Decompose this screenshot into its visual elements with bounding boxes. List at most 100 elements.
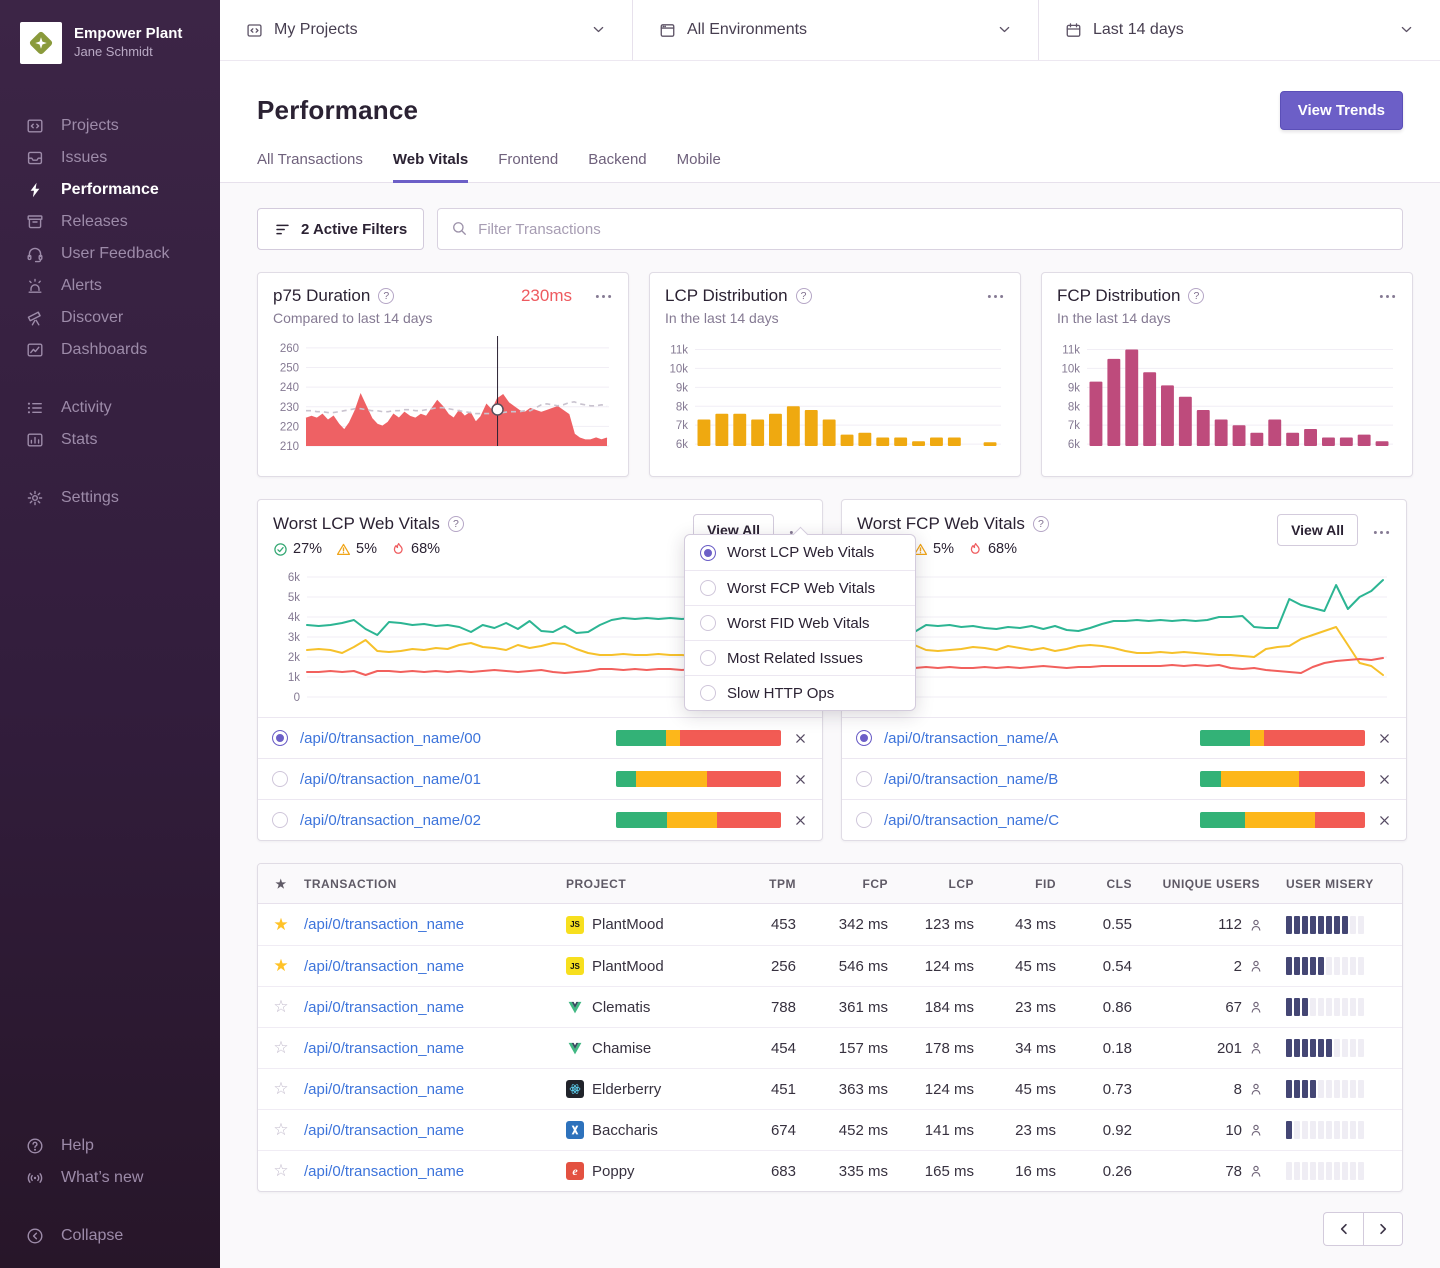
project-cell[interactable]: Chamise <box>566 1039 724 1057</box>
previous-page-button[interactable] <box>1323 1212 1363 1246</box>
sidebar-item-help[interactable]: Help <box>0 1130 220 1162</box>
project-cell[interactable]: JSPlantMood <box>566 916 724 934</box>
search-input[interactable] <box>478 221 1389 238</box>
sidebar-item-discover[interactable]: Discover <box>0 302 220 334</box>
project-cell[interactable]: ePoppy <box>566 1162 724 1180</box>
star-toggle[interactable]: ★ <box>258 915 304 935</box>
star-toggle[interactable]: ☆ <box>258 1079 304 1099</box>
transaction-link[interactable]: /api/0/transaction_name <box>304 1163 566 1180</box>
column-header-lcp[interactable]: LCP <box>888 877 974 891</box>
tab-mobile[interactable]: Mobile <box>677 151 721 183</box>
org-switcher[interactable]: Empower Plant Jane Schmidt <box>0 14 220 84</box>
transaction-link[interactable]: /api/0/transaction_name/01 <box>300 771 481 788</box>
sidebar-item-issues[interactable]: Issues <box>0 142 220 174</box>
remove-transaction-button[interactable] <box>1377 772 1392 787</box>
transaction-radio[interactable] <box>272 730 288 746</box>
search-box[interactable] <box>437 208 1403 250</box>
help-icon[interactable]: ? <box>378 288 394 304</box>
card-menu-button[interactable] <box>1372 523 1391 542</box>
remove-transaction-button[interactable] <box>1377 731 1392 746</box>
transaction-link[interactable]: /api/0/transaction_name <box>304 999 566 1016</box>
menu-option-most-related-issues[interactable]: Most Related Issues <box>685 640 915 675</box>
transaction-link[interactable]: /api/0/transaction_name <box>304 1122 566 1139</box>
column-header-transaction[interactable]: TRANSACTION <box>304 877 566 891</box>
sidebar-item-performance[interactable]: Performance <box>0 174 220 206</box>
sidebar-item-collapse[interactable]: Collapse <box>0 1220 220 1252</box>
transaction-link[interactable]: /api/0/transaction_name/B <box>884 771 1058 788</box>
sidebar-item-dashboards[interactable]: Dashboards <box>0 334 220 366</box>
view-all-button[interactable]: View All <box>1277 514 1358 546</box>
column-header-user-misery[interactable]: USER MISERY <box>1264 877 1402 891</box>
star-toggle[interactable]: ★ <box>258 956 304 976</box>
transaction-link[interactable]: /api/0/transaction_name <box>304 916 566 933</box>
transaction-radio[interactable] <box>856 730 872 746</box>
transaction-link[interactable]: /api/0/transaction_name/A <box>884 730 1058 747</box>
sidebar-item-releases[interactable]: Releases <box>0 206 220 238</box>
transaction-radio[interactable] <box>856 812 872 828</box>
star-toggle[interactable]: ☆ <box>258 1161 304 1181</box>
transaction-link[interactable]: /api/0/transaction_name/02 <box>300 812 481 829</box>
column-header-project[interactable]: PROJECT <box>566 877 724 891</box>
sidebar-item-alerts[interactable]: Alerts <box>0 270 220 302</box>
menu-option-worst-fcp-web-vitals[interactable]: Worst FCP Web Vitals <box>685 570 915 605</box>
sidebar-item-user-feedback[interactable]: User Feedback <box>0 238 220 270</box>
menu-option-radio[interactable] <box>700 615 716 631</box>
column-header-cls[interactable]: CLS <box>1056 877 1132 891</box>
menu-option-slow-http-ops[interactable]: Slow HTTP Ops <box>685 675 915 710</box>
card-menu-button[interactable] <box>594 287 613 306</box>
project-cell[interactable]: Elderberry <box>566 1080 724 1098</box>
transaction-link[interactable]: /api/0/transaction_name <box>304 1040 566 1057</box>
sidebar-item-settings[interactable]: Settings <box>0 482 220 514</box>
column-header-fid[interactable]: FID <box>974 877 1056 891</box>
feedback-icon <box>26 245 44 263</box>
menu-option-radio[interactable] <box>700 545 716 561</box>
project-cell[interactable]: Clematis <box>566 998 724 1016</box>
help-icon[interactable]: ? <box>796 288 812 304</box>
menu-option-radio[interactable] <box>700 580 716 596</box>
transaction-link[interactable]: /api/0/transaction_name <box>304 958 566 975</box>
tab-web-vitals[interactable]: Web Vitals <box>393 151 468 183</box>
star-toggle[interactable]: ☆ <box>258 997 304 1017</box>
help-icon[interactable]: ? <box>448 516 464 532</box>
transaction-link[interactable]: /api/0/transaction_name/C <box>884 812 1059 829</box>
remove-transaction-button[interactable] <box>793 731 808 746</box>
sidebar-item-projects[interactable]: Projects <box>0 110 220 142</box>
tab-backend[interactable]: Backend <box>588 151 646 183</box>
view-trends-button[interactable]: View Trends <box>1280 91 1403 130</box>
transaction-radio[interactable] <box>272 771 288 787</box>
active-filters-button[interactable]: 2 Active Filters <box>257 208 424 250</box>
menu-option-radio[interactable] <box>700 650 716 666</box>
help-icon[interactable]: ? <box>1188 288 1204 304</box>
tab-all-transactions[interactable]: All Transactions <box>257 151 363 183</box>
column-header-unique-users[interactable]: UNIQUE USERS <box>1132 877 1264 891</box>
transaction-link[interactable]: /api/0/transaction_name <box>304 1081 566 1098</box>
card-menu-button[interactable] <box>986 287 1005 306</box>
sidebar-item-what-s-new[interactable]: What’s new <box>0 1162 220 1194</box>
star-column-header-icon[interactable]: ★ <box>258 877 304 891</box>
transaction-radio[interactable] <box>272 812 288 828</box>
column-header-fcp[interactable]: FCP <box>796 877 888 891</box>
remove-transaction-button[interactable] <box>793 772 808 787</box>
topbar-my-projects-selector[interactable]: My Projects <box>220 0 632 60</box>
menu-option-radio[interactable] <box>700 685 716 701</box>
column-header-tpm[interactable]: TPM <box>724 877 796 891</box>
project-cell[interactable]: Baccharis <box>566 1121 724 1139</box>
menu-option-worst-fid-web-vitals[interactable]: Worst FID Web Vitals <box>685 605 915 640</box>
transaction-radio[interactable] <box>856 771 872 787</box>
sidebar-item-stats[interactable]: Stats <box>0 424 220 456</box>
project-cell[interactable]: JSPlantMood <box>566 957 724 975</box>
star-toggle[interactable]: ☆ <box>258 1120 304 1140</box>
topbar-all-environments-selector[interactable]: All Environments <box>632 0 1038 60</box>
card-title: LCP Distribution <box>665 286 788 306</box>
card-subtitle: In the last 14 days <box>1057 310 1397 326</box>
remove-transaction-button[interactable] <box>793 813 808 828</box>
tab-frontend[interactable]: Frontend <box>498 151 558 183</box>
help-icon[interactable]: ? <box>1033 516 1049 532</box>
card-menu-button[interactable] <box>1378 287 1397 306</box>
sidebar-item-activity[interactable]: Activity <box>0 392 220 424</box>
topbar-last-14-days-selector[interactable]: Last 14 days <box>1038 0 1440 60</box>
transaction-link[interactable]: /api/0/transaction_name/00 <box>300 730 481 747</box>
star-toggle[interactable]: ☆ <box>258 1038 304 1058</box>
remove-transaction-button[interactable] <box>1377 813 1392 828</box>
next-page-button[interactable] <box>1363 1212 1403 1246</box>
